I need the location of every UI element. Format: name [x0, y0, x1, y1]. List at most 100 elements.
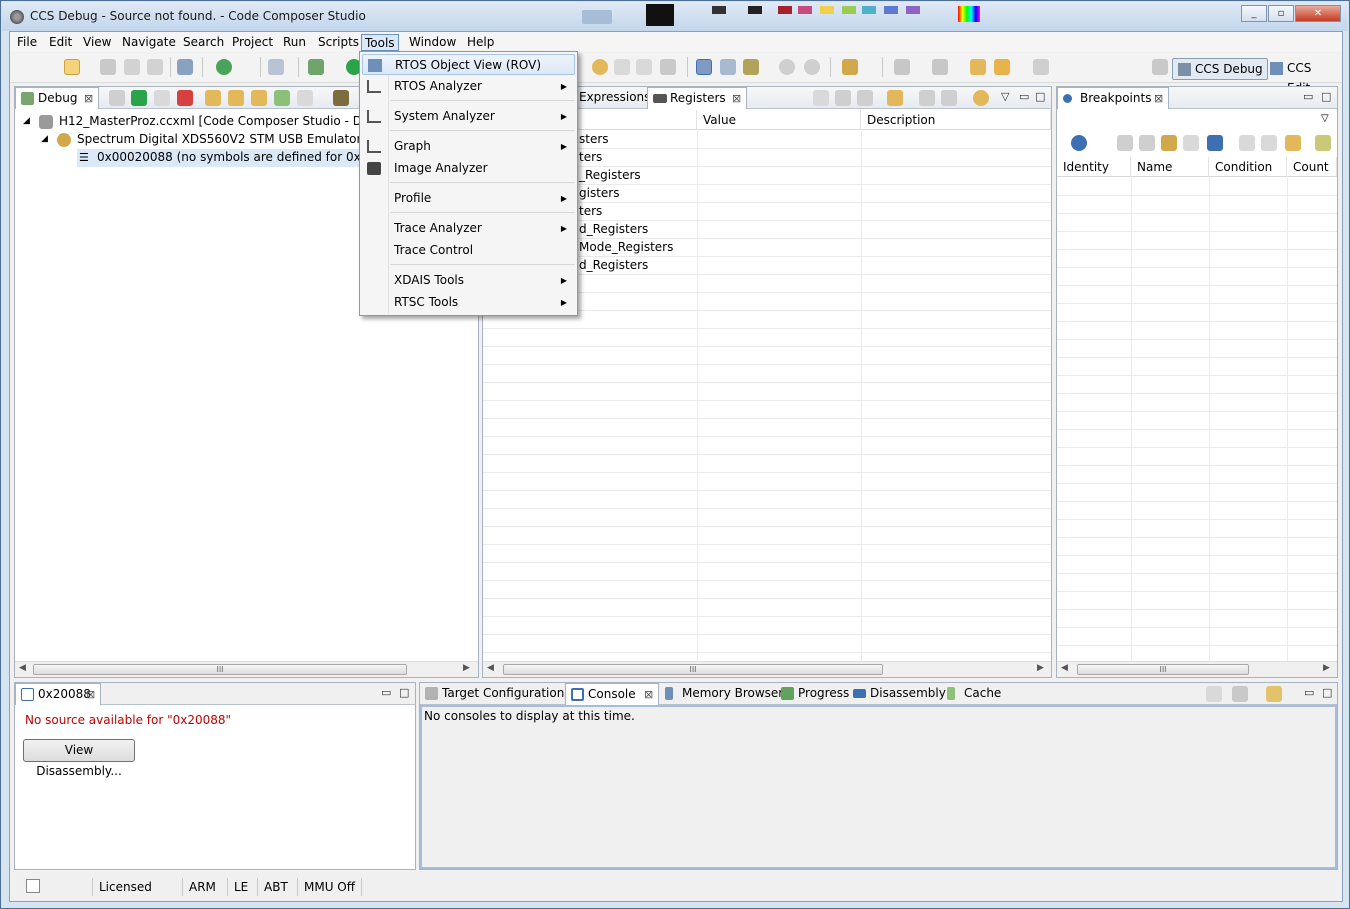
minimize-view-icon[interactable]: ▭ — [1019, 90, 1029, 103]
scroll-left-icon[interactable]: ◀ — [487, 663, 494, 673]
fast-view-icon[interactable] — [26, 879, 40, 893]
scroll-right-icon[interactable]: ▶ — [1037, 663, 1044, 673]
go-to-file-icon[interactable] — [1183, 135, 1199, 151]
perspective-ccs-edit[interactable]: CCS Edit — [1265, 58, 1342, 95]
maximize-view-icon[interactable]: □ — [1035, 90, 1045, 103]
menu-help[interactable]: Help — [464, 34, 497, 51]
menu-item-trace-analyzer[interactable]: Trace Analyzer ▶ — [362, 218, 575, 239]
restart-icon[interactable] — [804, 59, 820, 75]
connect-target-icon[interactable] — [696, 59, 712, 75]
open-console-icon[interactable] — [1266, 686, 1282, 702]
new-breakpoint-icon[interactable] — [1071, 135, 1087, 151]
tree-node-config[interactable]: H12_MasterProz.ccxml [Code Composer Stud… — [59, 114, 401, 128]
maximize-view-icon[interactable]: □ — [1321, 90, 1331, 103]
menu-project[interactable]: Project — [229, 34, 276, 51]
reset-icon[interactable] — [779, 59, 795, 75]
column-name[interactable]: Name — [1131, 157, 1209, 177]
menu-view[interactable]: View — [80, 34, 114, 51]
step-return-icon-2[interactable] — [251, 90, 267, 106]
collapse-all-icon[interactable] — [1261, 135, 1277, 151]
step-into-icon[interactable] — [205, 90, 221, 106]
close-icon[interactable]: ⊠ — [1154, 88, 1163, 109]
scroll-right-icon[interactable]: ▶ — [1323, 663, 1330, 673]
close-icon[interactable]: ⊠ — [84, 88, 93, 109]
debug-icon[interactable] — [308, 59, 324, 75]
instruction-step-icon[interactable] — [660, 59, 676, 75]
memory-tool-icon[interactable] — [720, 59, 736, 75]
column-identity[interactable]: Identity — [1057, 157, 1131, 177]
registers-hscroll[interactable]: ◀ III ▶ — [483, 661, 1051, 677]
add-group-icon[interactable] — [835, 90, 851, 106]
last-edit-icon[interactable] — [970, 59, 986, 75]
menu-item-rtsc-tools[interactable]: RTSC Tools ▶ — [362, 292, 575, 313]
remove-launch-icon[interactable] — [109, 90, 125, 106]
minimize-view-icon[interactable]: ▭ — [381, 686, 391, 699]
display-console-icon[interactable] — [1232, 686, 1248, 702]
assembly-step-icon[interactable] — [274, 90, 290, 106]
remove-all-icon[interactable] — [1139, 135, 1155, 151]
menu-item-rtos-object-view[interactable]: RTOS Object View (ROV) — [362, 54, 575, 75]
suspend-icon[interactable] — [154, 90, 170, 106]
view-disassembly-button[interactable]: View Disassembly... — [23, 739, 135, 778]
close-icon[interactable]: ⊠ — [732, 88, 741, 109]
column-description[interactable]: Description — [861, 110, 1051, 130]
tab-breakpoints[interactable]: Breakpoints ⊠ — [1057, 87, 1169, 109]
save-all-icon[interactable] — [124, 59, 140, 75]
menu-scripts[interactable]: Scripts — [315, 34, 362, 51]
menu-item-xdais-tools[interactable]: XDAIS Tools ▶ — [362, 270, 575, 291]
expand-all-icon[interactable] — [1239, 135, 1255, 151]
tab-console[interactable]: Console ⊠ — [565, 683, 659, 705]
menu-edit[interactable]: Edit — [46, 34, 75, 51]
tab-progress[interactable]: Progress — [776, 683, 852, 705]
collapse-all-icon[interactable] — [813, 90, 829, 106]
step-return-icon[interactable] — [614, 59, 630, 75]
minimize-button[interactable]: _ — [1241, 5, 1267, 22]
terminal-icon[interactable] — [268, 59, 284, 75]
tab-0x20088[interactable]: 0x20088 ⊠ — [15, 683, 101, 705]
menu-file[interactable]: File — [14, 34, 40, 51]
back-icon[interactable] — [994, 59, 1010, 75]
tree-node-frame-selected[interactable]: ☰ 0x00020088 (no symbols are defined for… — [77, 149, 414, 167]
menu-item-graph[interactable]: Graph ▶ — [362, 136, 575, 157]
tab-target-configurations[interactable]: Target Configurations — [420, 683, 571, 705]
menu-search[interactable]: Search — [180, 34, 227, 51]
minimize-view-icon[interactable]: ▭ — [1303, 90, 1313, 103]
tab-registers[interactable]: Registers ⊠ — [647, 87, 747, 109]
new-icon[interactable] — [64, 59, 80, 75]
tree-node-emulator[interactable]: Spectrum Digital XDS560V2 STM USB Emulat… — [77, 132, 400, 146]
menu-item-system-analyzer[interactable]: System Analyzer ▶ — [362, 106, 575, 127]
tab-disassembly[interactable]: Disassembly — [848, 683, 946, 705]
step-over-icon[interactable] — [592, 59, 608, 75]
prev-annotation-icon[interactable] — [932, 59, 948, 75]
import-icon[interactable] — [941, 90, 957, 106]
menu-item-image-analyzer[interactable]: Image Analyzer — [362, 158, 575, 179]
run-to-line-icon[interactable] — [636, 59, 652, 75]
scroll-right-icon[interactable]: ▶ — [463, 663, 470, 673]
binary-icon[interactable] — [177, 59, 193, 75]
scroll-left-icon[interactable]: ◀ — [1061, 663, 1068, 673]
export-icon[interactable] — [919, 90, 935, 106]
link-icon[interactable] — [1285, 135, 1301, 151]
refresh-icon[interactable] — [887, 90, 903, 106]
tab-memory-browser[interactable]: Memory Browser — [660, 683, 783, 705]
menu-window[interactable]: Window — [406, 34, 459, 51]
tab-debug[interactable]: Debug ⊠ — [15, 87, 99, 109]
menu-navigate[interactable]: Navigate — [119, 34, 179, 51]
debug-hscroll[interactable]: ◀ III ▶ — [15, 661, 478, 677]
step-over-icon-2[interactable] — [228, 90, 244, 106]
scroll-thumb[interactable]: III — [503, 664, 883, 675]
close-icon[interactable]: ⊠ — [86, 684, 95, 705]
tree-collapse-icon[interactable]: ◢ — [41, 134, 48, 144]
scroll-thumb[interactable]: III — [33, 664, 407, 675]
maximize-button[interactable]: ▫ — [1268, 5, 1294, 22]
reset-cpu-icon[interactable] — [297, 90, 313, 106]
group-icon[interactable] — [1161, 135, 1177, 151]
open-perspective-icon[interactable] — [1152, 59, 1168, 75]
menu-item-profile[interactable]: Profile ▶ — [362, 188, 575, 209]
tab-expressions[interactable]: Expressions — [573, 87, 653, 109]
menu-item-trace-control[interactable]: Trace Control — [362, 240, 575, 261]
tree-collapse-icon[interactable]: ◢ — [23, 116, 30, 126]
menu-tools[interactable]: Tools — [361, 34, 399, 51]
continuous-refresh-icon[interactable] — [973, 90, 989, 106]
debug-config-icon[interactable] — [216, 59, 232, 75]
